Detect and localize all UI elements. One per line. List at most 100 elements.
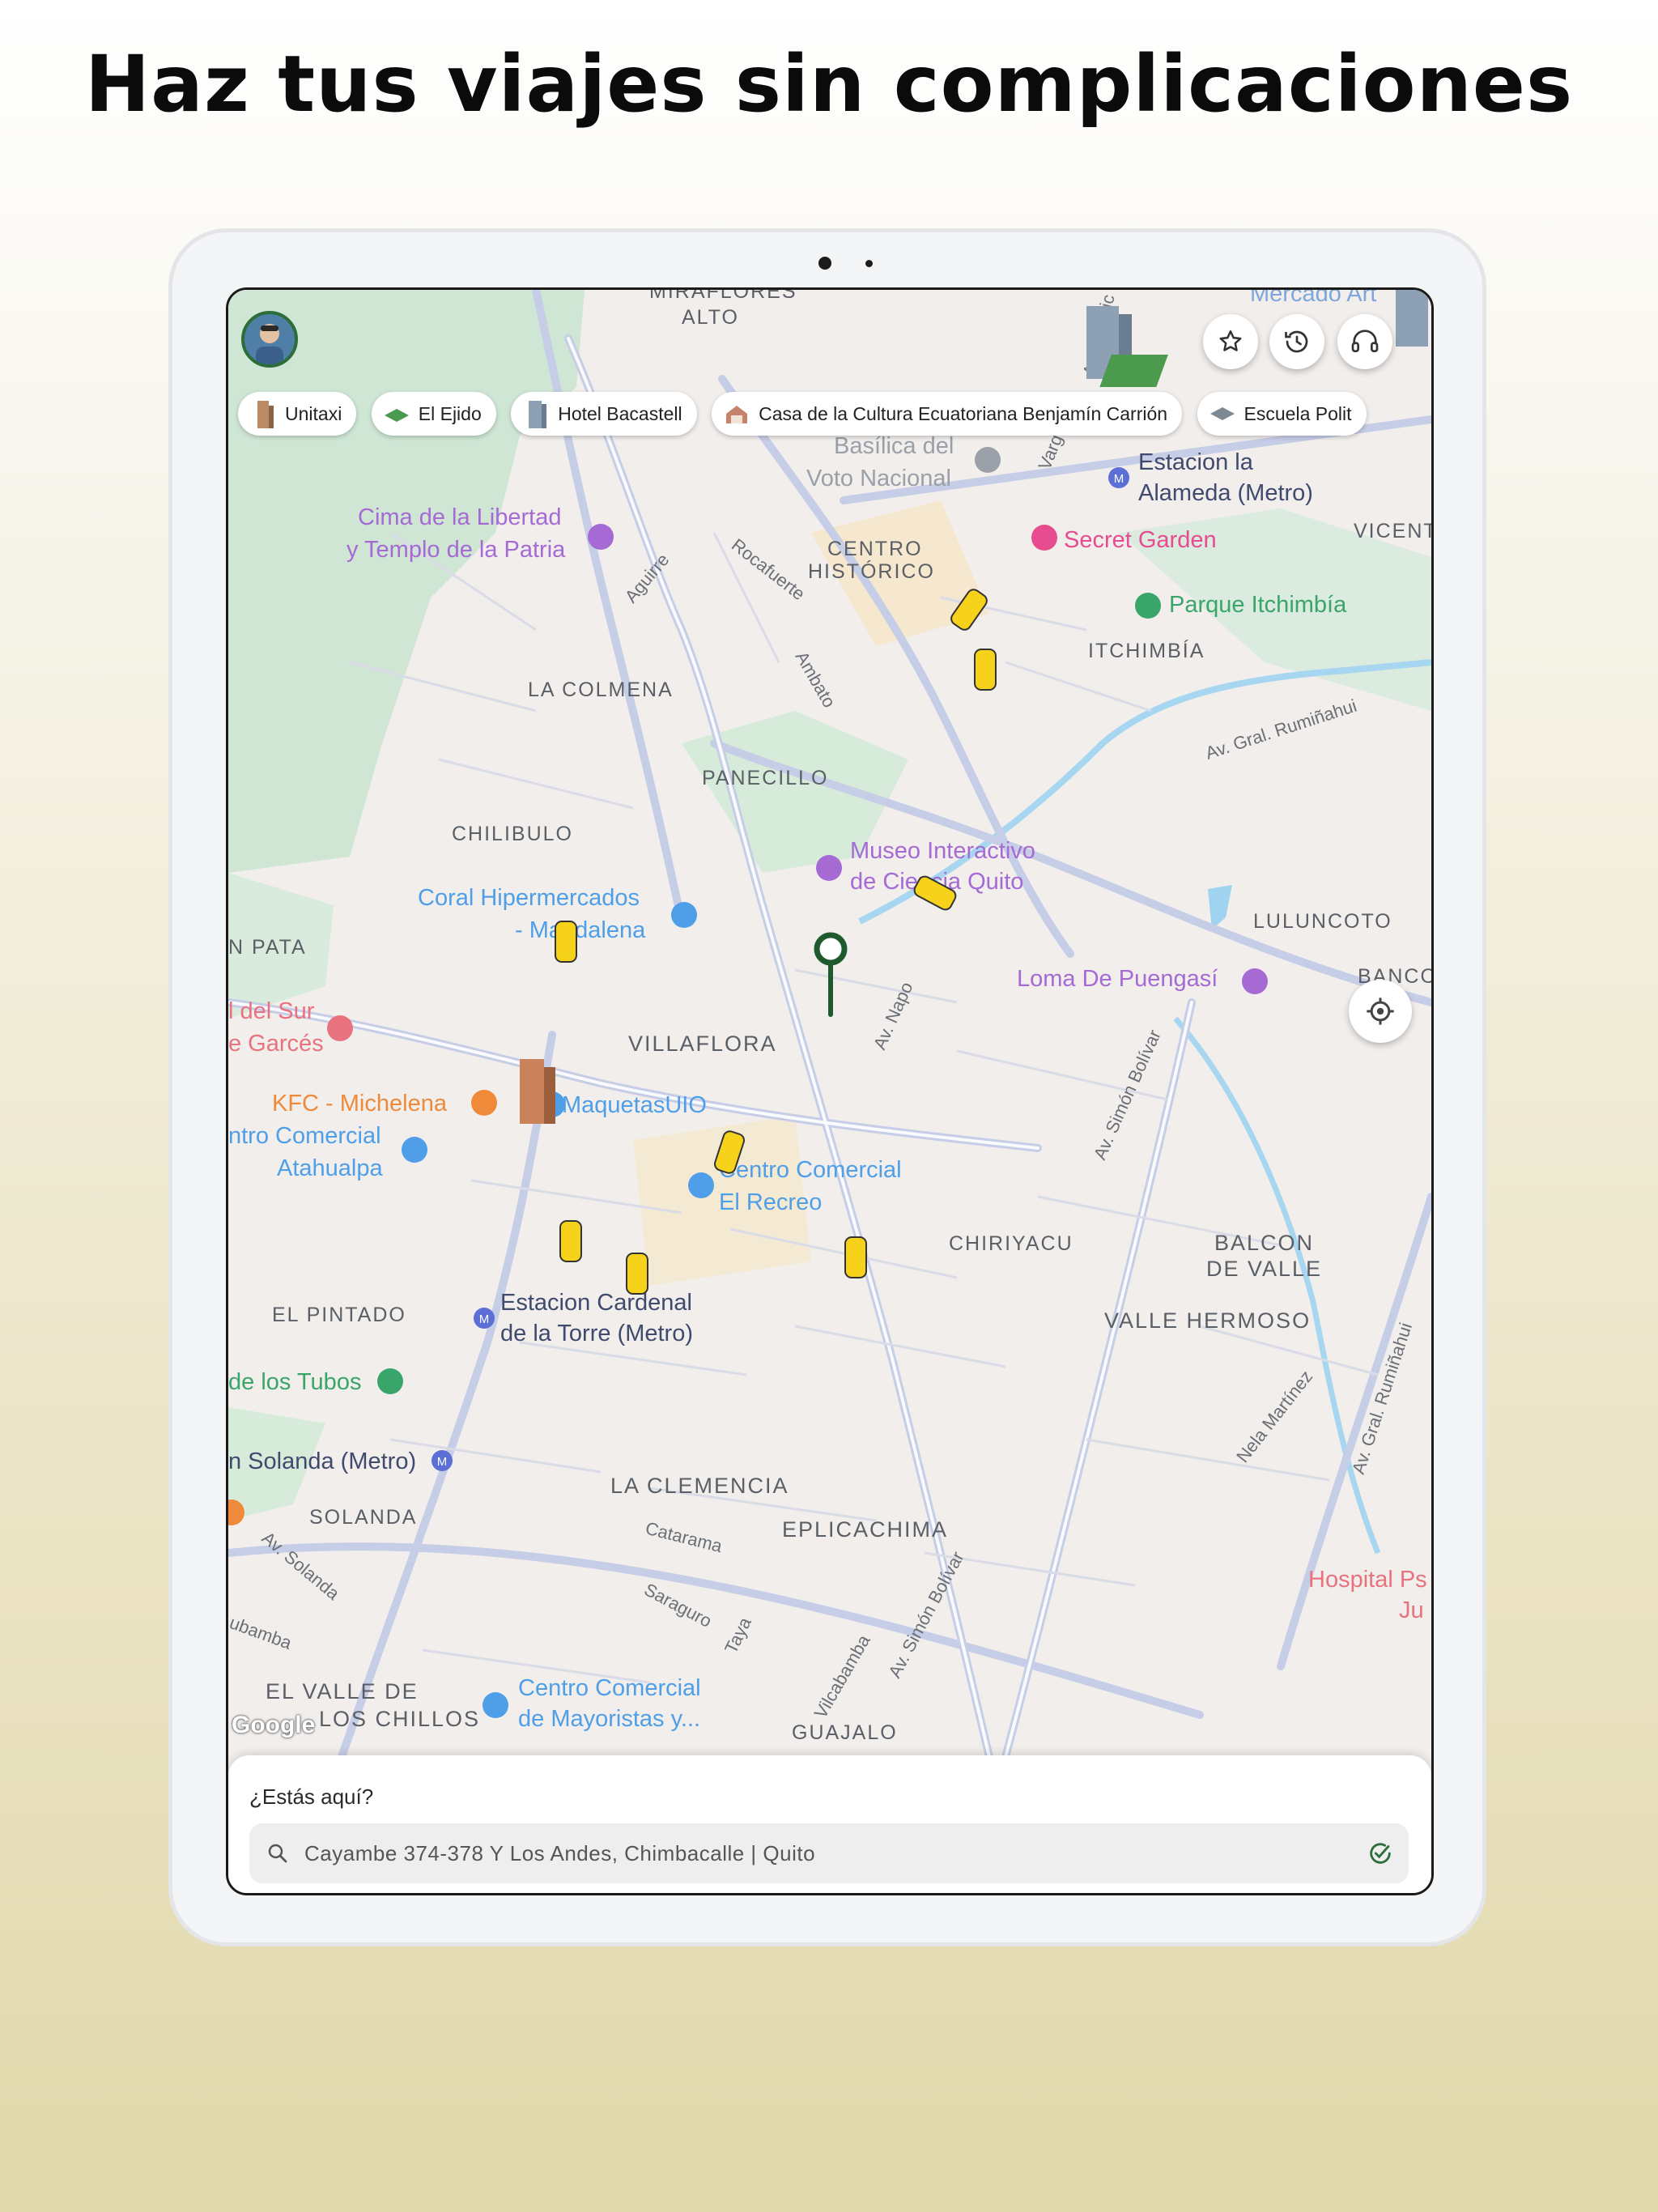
label-la-clemencia: LA CLEMENCIA (610, 1474, 789, 1498)
headline: Haz tus viajes sin complicaciones (84, 39, 1574, 130)
label-itchimbia: ITCHIMBÍA (1088, 639, 1205, 662)
google-logo: Google (232, 1712, 316, 1738)
tablet-frame: M M M MIRAFLORES ALTO CENTRO HISTÓRICO V… (168, 228, 1486, 1946)
label-recreo-1: Centro Comercial (719, 1157, 902, 1183)
label-cima: Cima de la Libertad (358, 504, 561, 530)
park-icon (377, 1368, 403, 1394)
label-solanda-metro: n Solanda (Metro) (228, 1448, 416, 1474)
chip-hotel-bacastell[interactable]: Hotel Bacastell (511, 392, 697, 436)
museum-icon (723, 398, 750, 430)
place-chips: Unitaxi El Ejido Hotel Bacastell Casa de… (238, 392, 1431, 439)
label-hospital-2: Ju (1399, 1597, 1424, 1623)
sensor-dot (865, 260, 873, 267)
chip-label: Escuela Polit (1244, 402, 1352, 424)
restaurant-icon (471, 1090, 497, 1116)
taxi-icon (974, 649, 997, 691)
label-magdalena: - Magdalena (515, 917, 646, 943)
svg-text:M: M (437, 1455, 448, 1469)
label-atahualpa-1: ntro Comercial (228, 1123, 381, 1149)
label-templo: y Templo de la Patria (346, 537, 566, 563)
label-miraflores: MIRAFLORES (649, 290, 797, 303)
favorites-button[interactable] (1203, 314, 1258, 369)
label-lulunocoto: LULUNCOTO (1253, 910, 1392, 933)
chip-label: Casa de la Cultura Ecuatoriana Benjamín … (759, 402, 1168, 424)
taxi-icon (559, 1220, 582, 1262)
label-sur: l del Sur (228, 998, 315, 1024)
building-icon (249, 398, 277, 430)
taxi-icon (555, 921, 577, 963)
label-vicente: VICENT (1354, 520, 1431, 542)
chip-el-ejido[interactable]: El Ejido (371, 392, 496, 436)
school-icon (1209, 398, 1236, 430)
label-coral: Coral Hipermercados (418, 885, 640, 911)
metro-icon: M (432, 1450, 453, 1471)
label-balcon: BALCON (1214, 1231, 1314, 1255)
building-icon (522, 398, 550, 430)
label-el-pintado: EL PINTADO (272, 1304, 406, 1326)
history-button[interactable] (1269, 314, 1324, 369)
check-circle-icon (1370, 1843, 1391, 1864)
park-icon (383, 398, 410, 430)
user-avatar[interactable] (241, 311, 298, 368)
label-panecillo: PANECILLO (702, 767, 828, 789)
label-mercado: Mercado Art (1250, 290, 1376, 307)
label-mayoristas-2: de Mayoristas y... (518, 1706, 700, 1732)
shopping-icon (402, 1137, 427, 1163)
landmark-icon (1242, 968, 1268, 994)
label-chilibulo: CHILIBULO (452, 823, 573, 845)
label-alto: ALTO (682, 306, 739, 329)
label-maquetas: MaquetasUIO (562, 1092, 707, 1118)
building-3d-icon (1396, 290, 1428, 347)
metro-icon: M (474, 1308, 495, 1329)
shopping-icon (483, 1692, 508, 1718)
app-screen: M M M MIRAFLORES ALTO CENTRO HISTÓRICO V… (226, 287, 1434, 1895)
address-search-field[interactable]: Cayambe 374-378 Y Los Andes, Chimbacalle… (249, 1823, 1409, 1883)
svg-text:M: M (1114, 472, 1124, 486)
label-secret-garden: Secret Garden (1064, 527, 1217, 553)
crosshair-icon (1367, 998, 1394, 1025)
label-centro: CENTRO (827, 538, 923, 560)
shopping-icon (688, 1172, 714, 1198)
label-historico: HISTÓRICO (808, 559, 935, 583)
history-icon (1285, 330, 1308, 353)
chip-escuela-polit[interactable]: Escuela Polit (1197, 392, 1367, 436)
label-guajalo: GUAJALO (792, 1721, 898, 1744)
label-villaflora: VILLAFLORA (628, 1032, 777, 1056)
label-cardenal-1: Estacion Cardenal (500, 1290, 692, 1316)
landmark-icon (816, 855, 842, 881)
label-valle-hermoso: VALLE HERMOSO (1104, 1308, 1311, 1333)
address-text: Cayambe 374-378 Y Los Andes, Chimbacalle… (304, 1841, 816, 1865)
my-location-button[interactable] (1349, 980, 1412, 1043)
bottom-sheet: ¿Estás aquí? Cayambe 374-378 Y Los Andes… (228, 1755, 1431, 1893)
park-icon (1135, 593, 1161, 619)
label-voto: Voto Nacional (806, 466, 951, 491)
map-view[interactable]: M M M MIRAFLORES ALTO CENTRO HISTÓRICO V… (228, 290, 1431, 1757)
label-eplicachima: EPLICACHIMA (782, 1517, 948, 1542)
star-icon (1219, 330, 1242, 351)
label-cardenal-2: de la Torre (Metro) (500, 1321, 693, 1346)
taxi-icon (844, 1236, 867, 1278)
metro-icon: M (1108, 467, 1129, 488)
label-tubos: de los Tubos (228, 1369, 361, 1395)
label-mayoristas-1: Centro Comercial (518, 1675, 701, 1701)
label-pata: N PATA (228, 936, 307, 959)
label-de-valle: DE VALLE (1206, 1257, 1322, 1281)
chip-label: Unitaxi (285, 402, 342, 424)
building-3d-icon (520, 1059, 555, 1124)
landmark-icon (588, 524, 614, 550)
shopping-icon (1031, 525, 1057, 551)
chip-casa-cultura[interactable]: Casa de la Cultura Ecuatoriana Benjamín … (712, 392, 1183, 436)
search-icon (268, 1844, 287, 1863)
support-button[interactable] (1337, 314, 1392, 369)
label-chiriyacu: CHIRIYACU (949, 1232, 1073, 1255)
label-atahualpa-2: Atahualpa (277, 1155, 383, 1181)
label-solanda: SOLANDA (309, 1506, 417, 1529)
label-garces: e Garcés (228, 1031, 324, 1057)
chip-unitaxi[interactable]: Unitaxi (238, 392, 357, 436)
label-los-chillos: LOS CHILLOS (319, 1707, 480, 1731)
label-parque-itchimbia: Parque Itchimbía (1169, 592, 1347, 618)
label-hospital-1: Hospital Ps (1308, 1567, 1427, 1593)
headset-icon (1351, 330, 1379, 352)
label-museo: Museo Interactivo (850, 838, 1035, 864)
label-recreo-2: El Recreo (719, 1189, 822, 1215)
